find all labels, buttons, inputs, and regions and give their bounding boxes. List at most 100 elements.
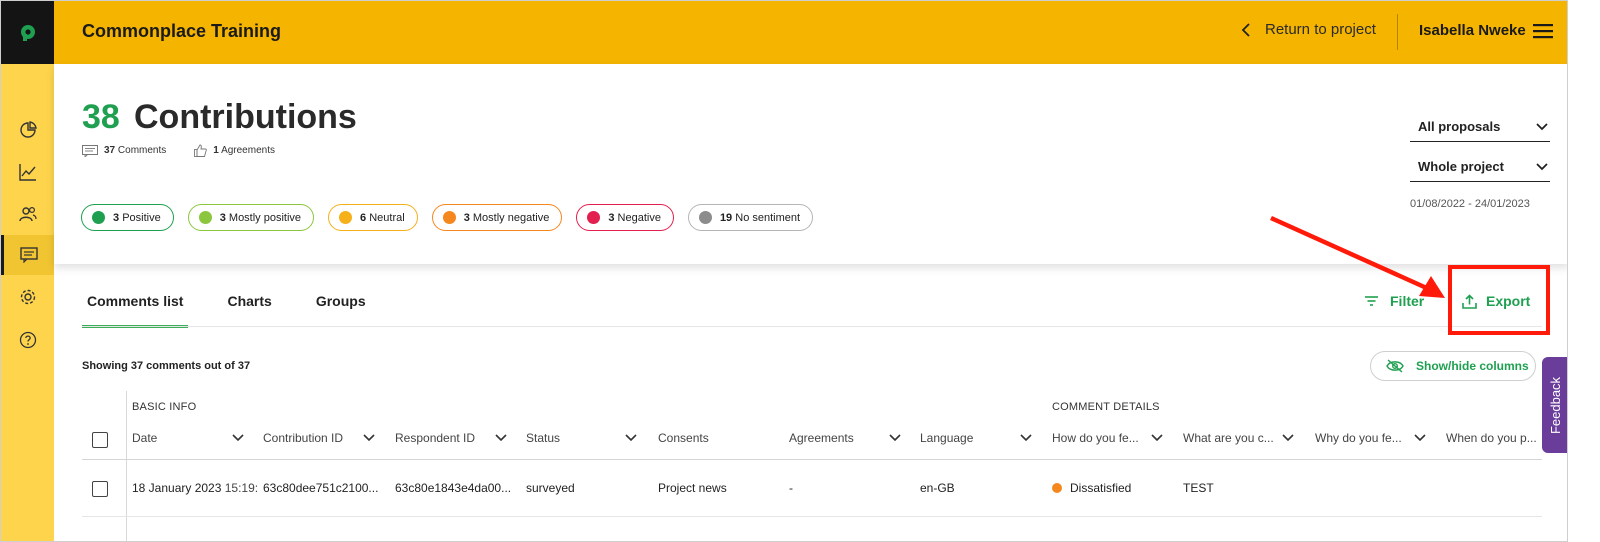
commonplace-logo[interactable] bbox=[1, 1, 54, 64]
comments-count: 37 bbox=[104, 145, 116, 156]
column-why-do-you-feel[interactable]: Why do you fe... bbox=[1315, 431, 1426, 445]
sentiment-dot bbox=[1052, 483, 1062, 493]
cell-consents: Project news bbox=[658, 481, 727, 495]
cell-date: 18 January 2023 15:19: bbox=[132, 481, 258, 495]
column-when-do-you-label: When do you p... bbox=[1446, 431, 1537, 445]
sentiment-chips: 3 Positive 3 Mostly positive 6 Neutral 3… bbox=[81, 204, 814, 231]
column-what-are-you[interactable]: What are you c... bbox=[1183, 431, 1294, 445]
sentiment-count: 19 bbox=[719, 211, 733, 224]
sentiment-count: 3 bbox=[463, 211, 470, 224]
return-to-project-link[interactable]: Return to project bbox=[1241, 21, 1376, 38]
table-column-divider bbox=[126, 391, 127, 541]
chevron-down-icon bbox=[625, 434, 637, 442]
column-how-do-you-feel-label: How do you fe... bbox=[1052, 431, 1139, 445]
app-frame: Commonplace Training Return to project I… bbox=[0, 0, 1568, 542]
show-hide-columns-button[interactable]: Show/hide columns bbox=[1370, 351, 1536, 381]
tab-groups[interactable]: Groups bbox=[311, 286, 371, 328]
column-agreements[interactable]: Agreements bbox=[789, 431, 901, 445]
app-title: Commonplace Training bbox=[82, 21, 282, 41]
sidebar-item-analytics[interactable] bbox=[1, 152, 54, 192]
sentiment-count: 3 bbox=[219, 211, 226, 224]
sentiment-dot bbox=[698, 211, 712, 224]
comment-icon bbox=[82, 144, 98, 157]
line-chart-icon bbox=[18, 164, 36, 181]
column-respondent-id[interactable]: Respondent ID bbox=[395, 431, 507, 445]
chevron-down-icon bbox=[1282, 434, 1294, 442]
feedback-tab[interactable]: Feedback bbox=[1542, 357, 1567, 453]
proposals-dropdown-value: All proposals bbox=[1418, 119, 1501, 134]
column-date[interactable]: Date bbox=[132, 431, 244, 445]
sidebar-item-overview[interactable] bbox=[1, 110, 54, 150]
sentiment-dot bbox=[442, 211, 456, 224]
column-status[interactable]: Status bbox=[526, 431, 637, 445]
sentiment-dot bbox=[587, 211, 601, 224]
sidebar-item-people[interactable] bbox=[1, 194, 54, 234]
cell-agreements: - bbox=[789, 481, 793, 495]
scope-dropdown-value: Whole project bbox=[1418, 159, 1504, 174]
sentiment-count: 3 bbox=[608, 211, 615, 224]
user-name[interactable]: Isabella Nweke bbox=[1419, 22, 1526, 39]
cell-what-are-you: TEST bbox=[1183, 481, 1214, 495]
sentiment-chip-positive[interactable]: 3 Positive bbox=[81, 204, 174, 231]
pie-chart-icon bbox=[19, 121, 37, 138]
tabs-divider bbox=[82, 326, 1542, 327]
sentiment-count: 3 bbox=[113, 211, 120, 224]
sidebar-nav bbox=[1, 64, 54, 541]
chevron-down-icon bbox=[1414, 434, 1426, 442]
proposals-dropdown[interactable]: All proposals bbox=[1410, 112, 1550, 142]
chevron-down-icon bbox=[363, 434, 375, 442]
sentiment-chip-negative[interactable]: 3 Negative bbox=[576, 204, 674, 231]
sentiment-chip-mostly-negative[interactable]: 3 Mostly negative bbox=[431, 204, 563, 231]
column-language[interactable]: Language bbox=[920, 431, 1032, 445]
column-contribution-id-label: Contribution ID bbox=[263, 431, 344, 445]
chevron-down-icon bbox=[1536, 162, 1548, 170]
tab-charts[interactable]: Charts bbox=[222, 286, 276, 328]
agreements-stat: 1 Agreements bbox=[194, 144, 275, 157]
sidebar-item-contributions[interactable] bbox=[1, 235, 54, 275]
people-icon bbox=[18, 206, 37, 222]
column-consents-label: Consents bbox=[658, 431, 709, 445]
show-hide-columns-label: Show/hide columns bbox=[1416, 359, 1529, 373]
sidebar-item-settings[interactable] bbox=[1, 277, 54, 317]
hamburger-menu-icon[interactable] bbox=[1533, 23, 1553, 39]
help-icon bbox=[19, 331, 36, 349]
gear-icon bbox=[20, 289, 35, 305]
cell-how-do-you-feel: Dissatisfied bbox=[1052, 481, 1131, 495]
chevron-down-icon bbox=[1151, 434, 1163, 442]
cell-time-text: 15:19: bbox=[224, 481, 259, 495]
sentiment-chip-mostly-positive[interactable]: 3 Mostly positive bbox=[187, 204, 315, 231]
cell-contribution-id[interactable]: 63c80dee751c2100... bbox=[263, 481, 378, 495]
cell-date-text: 18 January 2023 bbox=[132, 481, 222, 495]
comments-stat: 37 Comments bbox=[82, 144, 166, 157]
thumbs-up-icon bbox=[194, 144, 208, 157]
column-why-do-you-feel-label: Why do you fe... bbox=[1315, 431, 1402, 445]
sentiment-dot bbox=[339, 211, 353, 224]
column-when-do-you[interactable]: When do you p... bbox=[1446, 431, 1542, 445]
column-contribution-id[interactable]: Contribution ID bbox=[263, 431, 375, 445]
chevron-down-icon bbox=[495, 434, 507, 442]
comments-label: Comments bbox=[117, 145, 167, 156]
return-to-project-label: Return to project bbox=[1265, 21, 1376, 38]
chevron-down-icon bbox=[889, 434, 901, 442]
scope-dropdown[interactable]: Whole project bbox=[1410, 152, 1550, 182]
tab-comments-list[interactable]: Comments list bbox=[82, 286, 189, 328]
sentiment-chip-neutral[interactable]: 6 Neutral bbox=[328, 204, 418, 231]
column-how-do-you-feel[interactable]: How do you fe... bbox=[1052, 431, 1163, 445]
group-basic-info: BASIC INFO bbox=[132, 401, 197, 413]
feedback-label: Feedback bbox=[1548, 376, 1563, 434]
cell-language: en-GB bbox=[920, 481, 955, 495]
sentiment-dot bbox=[92, 211, 105, 224]
page-title: Contributions bbox=[134, 98, 357, 136]
logo-icon bbox=[20, 24, 35, 41]
select-all-checkbox[interactable] bbox=[92, 432, 108, 448]
sidebar-item-help[interactable] bbox=[1, 320, 54, 360]
row-checkbox[interactable] bbox=[92, 481, 108, 497]
sentiment-label: Positive bbox=[122, 211, 161, 224]
sentiment-label: Negative bbox=[617, 211, 661, 224]
column-consents[interactable]: Consents bbox=[658, 431, 770, 445]
sentiment-chip-no-sentiment[interactable]: 19 No sentiment bbox=[687, 204, 814, 231]
annotation-arrow bbox=[1270, 215, 1445, 298]
cell-respondent-id[interactable]: 63c80e1843e4da00... bbox=[395, 481, 511, 495]
contributions-count: 38 bbox=[82, 98, 120, 136]
export-highlight-annotation bbox=[1448, 265, 1550, 335]
